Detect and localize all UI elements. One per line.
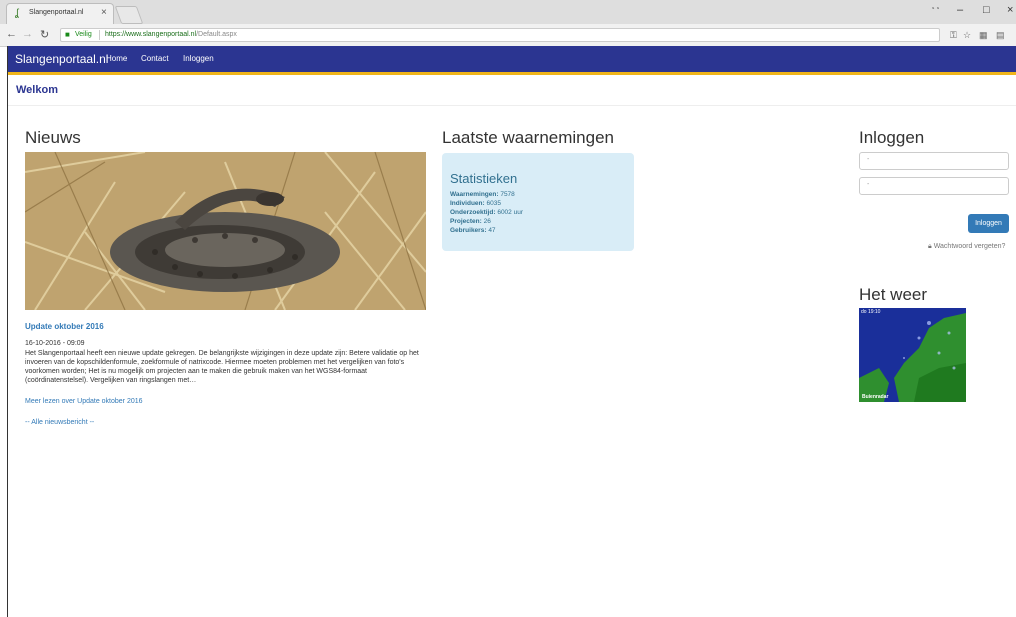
browser-chrome: ʆ Slangenportaal.nl × ◔◔ – □ × ← → ↻ ■ V… — [0, 0, 1016, 47]
address-separator — [99, 30, 100, 40]
bookmark-star-icon[interactable]: ☆ — [963, 30, 971, 41]
url-host: https://www.slangenportaal.nl — [105, 31, 197, 38]
nav-login-link[interactable]: Inloggen — [183, 54, 214, 63]
stat-row: Projecten: 26 — [450, 218, 491, 225]
stat-row: Onderzoektijd: 6002 uur — [450, 209, 523, 216]
site-navbar: Slangenportaal.nl Home Contact Inloggen — [8, 46, 1016, 75]
stat-label: Projecten: — [450, 218, 482, 225]
welcome-bar: Welkom — [8, 75, 1016, 106]
username-input[interactable]: - — [859, 152, 1009, 170]
login-heading: Inloggen — [859, 128, 925, 147]
radar-brand-logo: Buienradar — [862, 394, 889, 400]
tab-title: Slangenportaal.nl — [29, 9, 84, 16]
nav-home-link[interactable]: Home — [106, 54, 127, 63]
back-arrow-icon[interactable]: ← — [6, 28, 17, 40]
statistics-title: Statistieken — [450, 171, 518, 186]
observations-heading: Laatste waarnemingen — [442, 128, 615, 147]
new-tab-button[interactable] — [114, 6, 144, 24]
close-window-button[interactable]: × — [1007, 4, 1013, 16]
page-title: Welkom — [16, 84, 58, 96]
url-path: /Default.aspx — [196, 31, 237, 38]
minimize-button[interactable]: – — [957, 4, 963, 16]
stat-label: Individuen: — [450, 200, 485, 207]
nav-contact-link[interactable]: Contact — [141, 54, 169, 63]
lock-icon: 🔒︎ — [928, 243, 932, 250]
key-icon[interactable]: ⚿ — [950, 30, 957, 41]
stat-label: Gebruikers: — [450, 227, 487, 234]
stat-value: 47 — [488, 227, 496, 234]
menu-icon[interactable]: ▤ — [996, 30, 1005, 41]
news-heading: Nieuws — [25, 128, 81, 147]
stat-value: 7578 — [500, 191, 515, 198]
browser-tab[interactable]: ʆ Slangenportaal.nl × — [6, 3, 114, 24]
stat-label: Onderzoektijd: — [450, 209, 496, 216]
stat-value: 6035 — [486, 200, 501, 207]
maximize-button[interactable]: □ — [983, 4, 990, 16]
news-item-date: 16-10-2016 - 09:09 — [25, 340, 85, 347]
password-input[interactable]: - — [859, 177, 1009, 195]
login-button[interactable]: Inloggen — [968, 214, 1009, 233]
statistics-panel: Statistieken Waarnemingen: 7578 Individu… — [442, 153, 634, 251]
stat-label: Waarnemingen: — [450, 191, 499, 198]
forgot-password-link[interactable]: 🔒︎ Wachtwoord vergeten? — [928, 243, 1005, 251]
stat-row: Waarnemingen: 7578 — [450, 191, 515, 198]
forward-arrow-icon[interactable]: → — [22, 28, 33, 40]
window-edge — [7, 46, 8, 617]
browser-toolbar: ← → ↻ ■ Veilig https://www.slangenportaa… — [0, 24, 1016, 46]
read-more-link[interactable]: Meer lezen over Update oktober 2016 — [25, 398, 143, 405]
site-brand-link[interactable]: Slangenportaal.nl — [15, 52, 108, 66]
stat-row: Gebruikers: 47 — [450, 227, 496, 234]
stat-value: 6002 uur — [497, 209, 523, 216]
news-item-body: Het Slangenportaal heeft een nieuwe upda… — [25, 350, 419, 384]
tab-strip: ʆ Slangenportaal.nl × ◔◔ – □ × — [0, 0, 1016, 24]
tab-close-icon[interactable]: × — [101, 7, 107, 18]
reload-icon[interactable]: ↻ — [40, 28, 49, 41]
stat-value: 26 — [483, 218, 491, 225]
news-snake-photo — [25, 152, 426, 310]
snake-favicon-icon: ʆ — [15, 8, 19, 19]
url-text: https://www.slangenportaal.nl/Default.as… — [105, 31, 237, 38]
password-placeholder: - — [867, 181, 870, 188]
news-item-title-link[interactable]: Update oktober 2016 — [25, 322, 104, 331]
lock-icon: ■ — [65, 30, 70, 39]
username-placeholder: - — [867, 156, 870, 163]
weather-heading: Het weer — [859, 285, 928, 304]
secure-label: Veilig — [75, 31, 92, 38]
address-bar[interactable]: ■ Veilig https://www.slangenportaal.nl/D… — [60, 28, 940, 42]
weather-radar-map[interactable]: do 19:10 Buienradar — [859, 308, 966, 402]
profile-icon[interactable]: ◔◔ — [930, 4, 940, 13]
all-news-link[interactable]: -- Alle nieuwsbericht -- — [25, 419, 94, 426]
radar-timestamp: do 19:10 — [861, 309, 881, 315]
extension-icon[interactable]: ▦ — [979, 30, 988, 41]
stat-row: Individuen: 6035 — [450, 200, 501, 207]
forgot-password-label: Wachtwoord vergeten? — [933, 243, 1006, 250]
